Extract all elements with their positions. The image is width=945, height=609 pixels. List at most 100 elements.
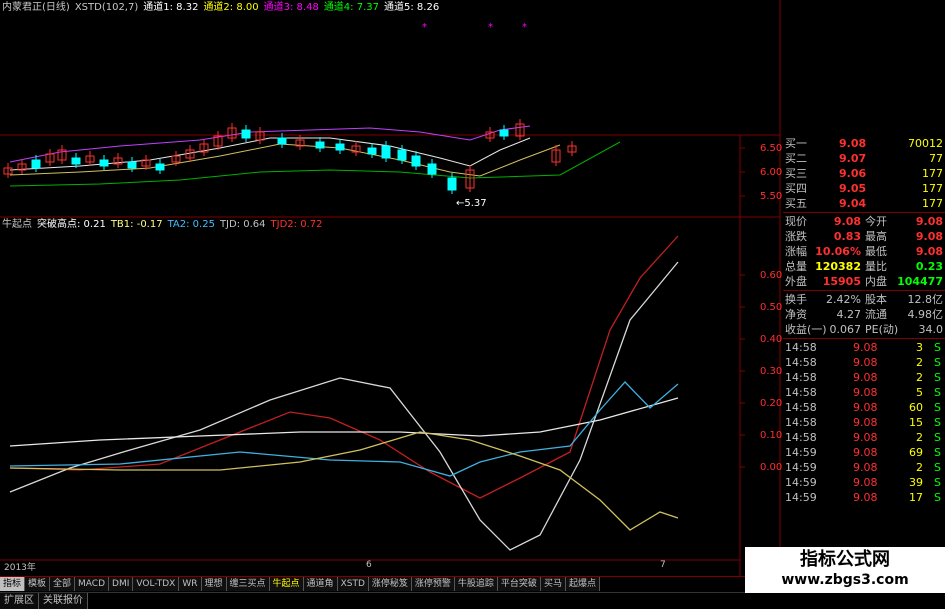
tick-row-cell: S: [934, 386, 941, 399]
candle-body: [411, 155, 421, 167]
tab-起爆点[interactable]: 起爆点: [565, 577, 600, 591]
order-book-row-cell: 9.06: [839, 167, 867, 180]
bottom-tab-扩展区[interactable]: 扩展区: [0, 593, 39, 609]
order-book-row-cell: 9.04: [839, 197, 867, 210]
tab-VOL-TDX[interactable]: VOL-TDX: [133, 577, 180, 591]
price-legend-item-2: 通道1: 8.32: [143, 2, 199, 13]
tick-row-cell: 9.08: [853, 386, 878, 399]
quote-stat-row: 涨跌 0.83 最高 9.08: [783, 229, 945, 244]
candle-body: [71, 157, 81, 165]
candle-body: [277, 137, 287, 145]
tick-row-cell: 9.08: [853, 431, 878, 444]
fundamental-row-cell: 2.42%: [826, 293, 861, 306]
tick-row-cell: 60: [909, 401, 923, 414]
order-book-row-cell: 买四: [785, 182, 807, 195]
tick-row-cell: 69: [909, 446, 923, 459]
tab-MACD[interactable]: MACD: [75, 577, 110, 591]
fundamental-row: 收益(一) 0.067 PE(动) 34.0: [783, 322, 945, 337]
tick-row: 14:58 9.08 2 S: [783, 355, 945, 370]
tab-指标[interactable]: 指标: [0, 577, 26, 591]
candle-body: [427, 163, 437, 175]
quote-stat-row-cell: 104477: [897, 275, 943, 288]
tab-缠三买点[interactable]: 缠三买点: [226, 577, 270, 591]
tick-row-cell: 9.08: [853, 356, 878, 369]
order-book-row-cell: 9.08: [839, 137, 867, 150]
tick-row-cell: 9.08: [853, 371, 878, 384]
price-legend-item-4: 通道3: 8.48: [263, 2, 319, 13]
tick-row: 14:58 9.08 60 S: [783, 400, 945, 415]
order-book-row: 买四 9.05 177: [783, 181, 945, 196]
tick-row: 14:59 9.08 39 S: [783, 475, 945, 490]
date-label-mid: 6: [366, 560, 372, 570]
tab-XSTD[interactable]: XSTD: [337, 577, 369, 591]
fundamental-row-cell: 换手: [785, 293, 807, 306]
order-book-row-cell: 177: [922, 197, 943, 210]
candle-body: [241, 129, 251, 139]
price-axis-label: 6.50: [760, 143, 782, 154]
price-chart-legend: 内蒙君正(日线) XSTD(102,7) 通道1: 8.32 通道2: 8.00 通道3…: [2, 2, 444, 14]
tick-row-cell: S: [934, 461, 941, 474]
quote-stat-row-cell: 总量: [785, 260, 807, 273]
tab-牛起点[interactable]: 牛起点: [269, 577, 304, 591]
fundamental-row-cell: 4.27: [836, 308, 862, 321]
fundamental-row-cell: 股本: [865, 293, 887, 306]
tick-row-cell: 2: [916, 461, 923, 474]
tick-row: 14:59 9.08 69 S: [783, 445, 945, 460]
watermark: 指标公式网 www.zbgs3.com: [745, 547, 945, 593]
bottom-tab-关联报价[interactable]: 关联报价: [39, 593, 88, 609]
tick-row-cell: 14:58: [785, 341, 817, 354]
candle-body: [335, 143, 345, 151]
tick-row-cell: 14:58: [785, 371, 817, 384]
tab-模板[interactable]: 模板: [25, 577, 51, 591]
tick-row-cell: 2: [916, 431, 923, 444]
tick-row-cell: 9.08: [853, 476, 878, 489]
tab-平台突破[interactable]: 平台突破: [497, 577, 541, 591]
price-axis-label: 6.00: [760, 167, 782, 178]
tick-row-cell: S: [934, 491, 941, 504]
tick-row-cell: 14:58: [785, 431, 817, 444]
fundamental-row-cell: PE(动): [865, 323, 899, 336]
quote-stat-row-cell: 最高: [865, 230, 887, 243]
indicator-legend-item-3: TA2: 0.25: [167, 219, 215, 230]
tab-牛股追踪[interactable]: 牛股追踪: [454, 577, 498, 591]
tick-row-cell: 9.08: [853, 461, 878, 474]
tab-买马[interactable]: 买马: [540, 577, 566, 591]
indicator-axis-label: 0.30: [760, 366, 782, 377]
tab-通道角[interactable]: 通道角: [303, 577, 338, 591]
order-book-row: 买一 9.08 70012: [783, 136, 945, 151]
tick-row-cell: 14:58: [785, 386, 817, 399]
candle-body: [381, 145, 391, 159]
fundamental-row: 净资 4.27 流通 4.98亿: [783, 307, 945, 322]
tab-WR[interactable]: WR: [179, 577, 202, 591]
tab-DMI[interactable]: DMI: [109, 577, 134, 591]
fundamental-row-cell: 流通: [865, 308, 887, 321]
tab-全部[interactable]: 全部: [50, 577, 76, 591]
tick-row-cell: 14:59: [785, 491, 817, 504]
quote-stat-row-cell: 涨幅: [785, 245, 807, 258]
tick-row-cell: 2: [916, 371, 923, 384]
tab-涨停预警[interactable]: 涨停预警: [411, 577, 455, 591]
tab-涨停秘笈[interactable]: 涨停秘笈: [368, 577, 412, 591]
tick-row-cell: 14:58: [785, 401, 817, 414]
tick-row-cell: 9.08: [853, 341, 878, 354]
order-book-row-cell: 9.05: [839, 182, 867, 195]
channel-line-1: [9, 137, 531, 171]
tick-row-cell: 14:59: [785, 476, 817, 489]
candle-body: [155, 163, 165, 171]
channel-line-3: [9, 125, 531, 163]
tick-row-cell: S: [934, 401, 941, 414]
watermark-title: 指标公式网: [800, 549, 890, 570]
indicator-line-tjd: [9, 261, 679, 551]
candle-body: [99, 159, 109, 167]
quote-stat-row: 现价 9.08 今开 9.08: [783, 214, 945, 229]
price-legend-item-1: XSTD(102,7): [74, 2, 139, 13]
tick-row: 14:58 9.08 5 S: [783, 385, 945, 400]
tick-row-cell: S: [934, 341, 941, 354]
quote-stat-row-cell: 0.23: [915, 260, 943, 273]
tick-row: 14:58 9.08 2 S: [783, 370, 945, 385]
indicator-line-tjd2: [9, 235, 679, 499]
quote-stat-row-cell: 量比: [865, 260, 887, 273]
tick-row-cell: S: [934, 431, 941, 444]
tab-理想[interactable]: 理想: [201, 577, 227, 591]
order-book-row-cell: 177: [922, 182, 943, 195]
